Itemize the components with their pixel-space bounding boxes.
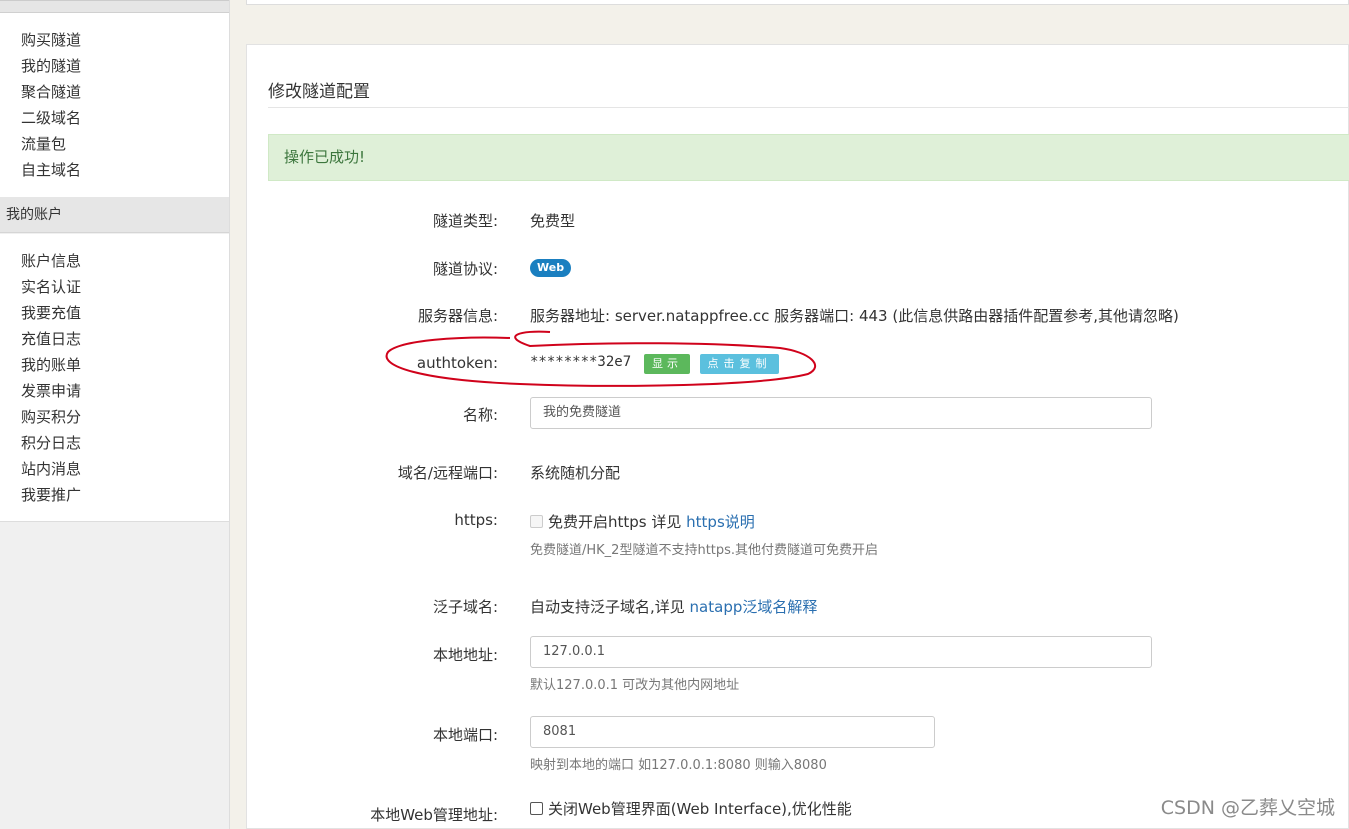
sidebar-item-recharge-log[interactable]: 充值日志: [21, 326, 81, 352]
wildcard-text: 自动支持泛子域名,详见: [530, 598, 690, 616]
local-address-label: 本地地址:: [432, 646, 498, 664]
sidebar-item-my-tunnels[interactable]: 我的隧道: [21, 53, 81, 79]
sidebar-account-items: 账户信息 实名认证 我要充值 充值日志 我的账单 发票申请 购买积分 积分日志 …: [21, 248, 81, 508]
success-alert: 操作已成功!: [268, 134, 1349, 181]
sidebar-tunnel-items: 购买隧道 我的隧道 聚合隧道 二级域名 流量包 自主域名: [21, 27, 81, 183]
sidebar-item-custom-domain[interactable]: 自主域名: [21, 157, 81, 183]
sidebar-item-recharge[interactable]: 我要充值: [21, 300, 81, 326]
wildcard-docs-link[interactable]: natapp泛域名解释: [690, 598, 818, 616]
https-checkbox-text: 免费开启https 详见: [548, 513, 687, 531]
local-port-input[interactable]: 8081: [530, 716, 935, 748]
domain-value: 系统随机分配: [530, 464, 621, 482]
sidebar-item-invoice[interactable]: 发票申请: [21, 378, 81, 404]
sidebar-item-messages[interactable]: 站内消息: [21, 456, 81, 482]
sidebar-account-group: 账户信息 实名认证 我要充值 充值日志 我的账单 发票申请 购买积分 积分日志 …: [0, 234, 229, 522]
csdn-watermark: CSDN @乙葬乂空城: [1160, 797, 1335, 819]
authtoken-value: ********32e7: [530, 354, 632, 370]
sidebar-item-buy-points[interactable]: 购买积分: [21, 404, 81, 430]
sidebar-item-buy-tunnel[interactable]: 购买隧道: [21, 27, 81, 53]
sidebar-item-aggregate-tunnel[interactable]: 聚合隧道: [21, 79, 81, 105]
sidebar-item-real-name[interactable]: 实名认证: [21, 274, 81, 300]
title-divider: [268, 107, 1349, 108]
name-label: 名称:: [462, 406, 498, 424]
local-address-help: 默认127.0.0.1 可改为其他内网地址: [530, 678, 740, 693]
authtoken-label: authtoken:: [416, 354, 498, 372]
protocol-label: 隧道协议:: [432, 260, 498, 278]
tunnel-config-panel: 修改隧道配置 操作已成功! 隧道类型: 免费型 隧道协议: Web 服务器信息:…: [246, 44, 1349, 829]
local-port-label: 本地端口:: [432, 726, 498, 744]
web-admin-checkbox[interactable]: [530, 802, 543, 815]
wildcard-label: 泛子域名:: [432, 598, 498, 616]
sidebar-item-account-info[interactable]: 账户信息: [21, 248, 81, 274]
domain-label: 域名/远程端口:: [397, 464, 498, 482]
local-port-help: 映射到本地的端口 如127.0.0.1:8080 则输入8080: [530, 758, 827, 773]
sidebar-top-strip: [0, 1, 229, 13]
show-token-button[interactable]: 显示: [644, 354, 690, 374]
local-address-input[interactable]: 127.0.0.1: [530, 636, 1152, 668]
copy-token-button[interactable]: 点击复制: [700, 354, 779, 374]
sidebar-item-promote[interactable]: 我要推广: [21, 482, 81, 508]
https-docs-link[interactable]: https说明: [686, 513, 755, 531]
server-info-value: 服务器地址: server.natappfree.cc 服务器端口: 443 (…: [530, 307, 1179, 325]
web-admin-option: 关闭Web管理界面(Web Interface),优化性能: [530, 798, 852, 819]
sidebar-item-traffic-pack[interactable]: 流量包: [21, 131, 81, 157]
https-checkbox[interactable]: [530, 515, 543, 528]
tunnel-type-value: 免费型: [530, 212, 576, 230]
web-admin-checkbox-text: 关闭Web管理界面(Web Interface),优化性能: [548, 800, 852, 818]
wildcard-value: 自动支持泛子域名,详见 natapp泛域名解释: [530, 596, 817, 617]
name-input[interactable]: 我的免费隧道: [530, 397, 1152, 429]
sidebar-item-my-bills[interactable]: 我的账单: [21, 352, 81, 378]
tunnel-type-label: 隧道类型:: [432, 212, 498, 230]
https-label: https:: [454, 511, 498, 529]
top-panel: [246, 0, 1349, 5]
https-option: 免费开启https 详见 https说明: [530, 511, 755, 532]
page-title: 修改隧道配置: [268, 82, 370, 102]
sidebar-item-subdomain[interactable]: 二级域名: [21, 105, 81, 131]
sidebar: 购买隧道 我的隧道 聚合隧道 二级域名 流量包 自主域名 我的账户 账户信息 实…: [0, 0, 230, 829]
protocol-badge: Web: [530, 259, 572, 277]
server-info-label: 服务器信息:: [417, 307, 498, 325]
sidebar-item-points-log[interactable]: 积分日志: [21, 430, 81, 456]
sidebar-tunnel-group: 购买隧道 我的隧道 聚合隧道 二级域名 流量包 自主域名: [0, 0, 229, 198]
web-admin-label: 本地Web管理地址:: [370, 806, 498, 824]
https-help-text: 免费隧道/HK_2型隧道不支持https.其他付费隧道可免费开启: [530, 543, 879, 558]
sidebar-account-header: 我的账户: [0, 197, 229, 233]
